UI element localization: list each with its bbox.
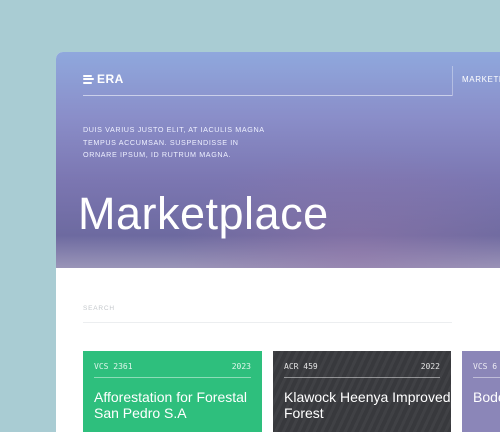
project-card[interactable]: VCS 6 Bode Prese [462, 351, 500, 432]
project-card[interactable]: ACR 459 2022 Klawock Heenya Improved For… [273, 351, 451, 432]
project-year: 2022 [420, 362, 440, 371]
search-underline [83, 322, 452, 323]
hero-description: DUIS VARIUS JUSTO ELIT, AT IACULIS MAGNA… [83, 125, 265, 159]
card-divider [94, 377, 251, 378]
nav-divider [452, 66, 453, 96]
page-title: Marketplace [78, 188, 329, 239]
project-title: Klawock Heenya Improved Forest [284, 389, 451, 421]
project-code: VCS 6 [473, 362, 498, 371]
project-code: VCS 2361 [94, 362, 133, 371]
project-year: 2023 [231, 362, 251, 371]
card-divider [473, 377, 500, 378]
nav-underline [83, 95, 452, 96]
era-logo[interactable]: ERA [83, 73, 124, 85]
card-divider [284, 377, 440, 378]
search-input[interactable]: SEARCH [83, 305, 115, 312]
project-card[interactable]: VCS 2361 2023 Afforestation for Forestal… [83, 351, 262, 432]
project-title: Afforestation for Forestal San Pedro S.A [94, 389, 248, 421]
project-code: ACR 459 [284, 362, 318, 371]
project-title: Bode Prese [473, 389, 500, 405]
era-logo-mark-icon [83, 74, 94, 85]
hero-section: ERA MARKETPL DUIS VARIUS JUSTO ELIT, AT … [56, 52, 500, 268]
browser-window: ERA MARKETPL DUIS VARIUS JUSTO ELIT, AT … [56, 52, 500, 432]
nav-item-marketplace[interactable]: MARKETPL [462, 75, 500, 84]
logo-text: ERA [97, 72, 124, 86]
